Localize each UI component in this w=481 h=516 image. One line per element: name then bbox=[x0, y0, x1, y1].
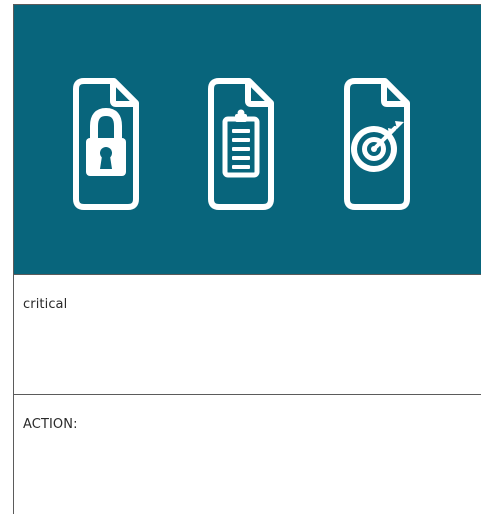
critical-section: critical bbox=[14, 275, 481, 395]
icon-banner bbox=[14, 5, 481, 275]
action-label: ACTION: bbox=[23, 417, 78, 432]
action-section: ACTION: bbox=[14, 395, 481, 515]
info-card: critical ACTION: bbox=[13, 4, 481, 515]
clipboard-document-icon bbox=[201, 71, 281, 213]
critical-label: critical bbox=[23, 297, 68, 312]
lock-document-icon bbox=[66, 71, 146, 213]
target-document-icon bbox=[337, 71, 417, 213]
